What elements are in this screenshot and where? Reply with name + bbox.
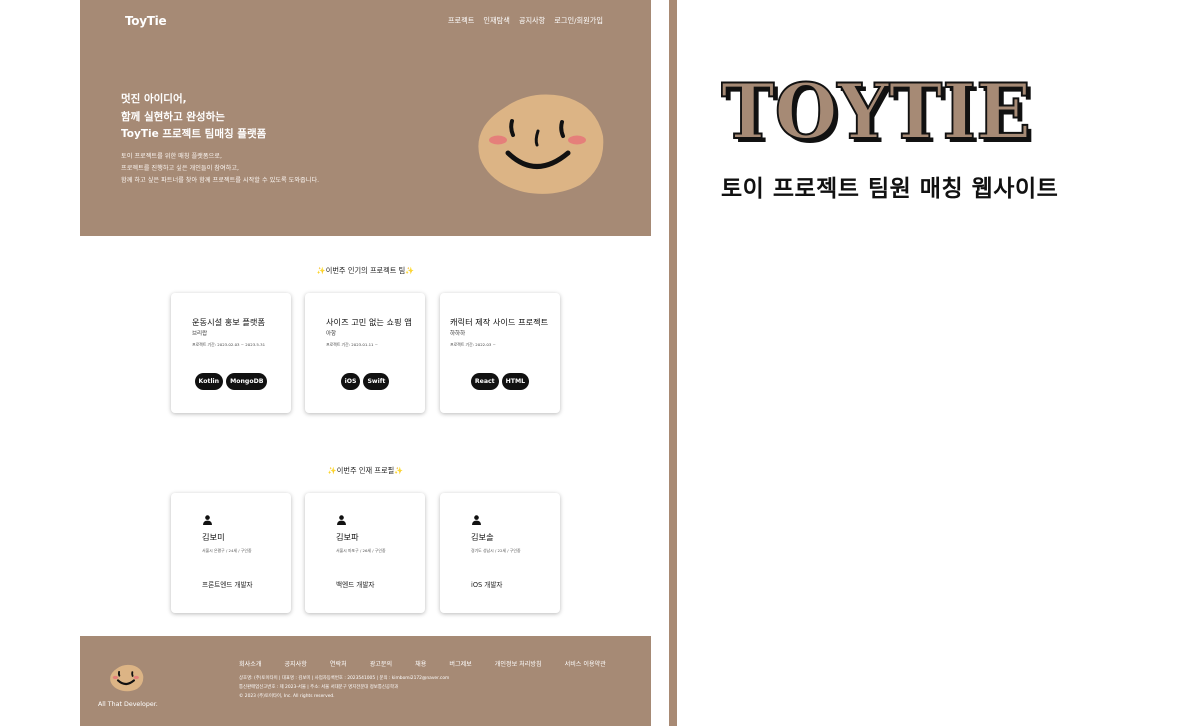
profiles-section-title: ✨이번주 인재 프로필✨ (80, 466, 651, 476)
footer-tagline: All That Developer. (98, 701, 158, 708)
hero-desc-line: 함께 하고 싶은 파트너를 찾아 함께 프로젝트를 시작할 수 있도록 도와줍니… (121, 177, 320, 184)
project-team: 아항 (326, 331, 337, 337)
footer-link-terms[interactable]: 서비스 이용약관 (565, 659, 606, 668)
site-logo[interactable]: ToyTie (125, 14, 167, 28)
hero-desc-line: 프로젝트를 진행하고 싶은 개인들이 참여하고, (121, 165, 239, 172)
project-team: 하하하 (450, 331, 466, 337)
hero-desc-line: 토이 프로젝트를 위한 매칭 플랫폼으로, (121, 153, 222, 160)
profile-card[interactable]: 김보파 서울시 마포구 / 26세 / 구인중 백엔드 개발자 (305, 493, 425, 613)
sparkle-icon: ✨ (405, 266, 415, 275)
footer-link-about[interactable]: 회사소개 (239, 659, 261, 668)
project-card[interactable]: 캐릭터 제작 사이드 프로젝트 하하하 프로젝트 기간: 2022.03 ~ R… (440, 293, 560, 413)
footer-link-privacy[interactable]: 개인정보 처리방침 (495, 659, 542, 668)
toytie-wordmark-text: TOYTIE (721, 72, 1031, 148)
tech-tags: Kotlin MongoDB (171, 373, 291, 390)
project-period: 프로젝트 기간: 2022.03 ~ (450, 342, 496, 347)
profile-meta: 서울시 마포구 / 26세 / 구인중 (336, 548, 386, 553)
profile-role: 프론트엔드 개발자 (202, 581, 253, 589)
smiley-face-illustration (478, 94, 604, 194)
project-period: 프로젝트 기간: 2023.02.03 ~ 2023.5.31 (192, 342, 266, 347)
smiley-face-logo (110, 664, 144, 692)
footer-link-bug-report[interactable]: 버그제보 (449, 659, 471, 668)
tech-tag: MongoDB (226, 373, 268, 390)
profile-role: iOS 개발자 (471, 581, 503, 589)
footer-link-jobs[interactable]: 채용 (415, 659, 426, 668)
sparkle-icon: ✨ (327, 466, 337, 475)
sparkle-icon: ✨ (394, 466, 404, 475)
footer-link-ads[interactable]: 광고문의 (370, 659, 392, 668)
footer-link-contact[interactable]: 연락처 (330, 659, 347, 668)
profile-card[interactable]: 김보미 서울시 은평구 / 24세 / 구인중 프론트엔드 개발자 (171, 493, 291, 613)
profile-name: 김보미 (202, 532, 225, 542)
tech-tag: React (470, 373, 499, 390)
top-nav: 프로젝트 인재탐색 공지사항 로그인/회원가입 (448, 16, 603, 26)
hero-title: 멋진 아이디어, 함께 실현하고 완성하는 ToyTie 프로젝트 팀매칭 플랫… (121, 91, 266, 144)
nav-projects[interactable]: 프로젝트 (448, 16, 474, 26)
hero-description: 토이 프로젝트를 위한 매칭 플랫폼으로, 프로젝트를 진행하고 싶은 개인들이… (121, 151, 319, 187)
profile-role: 백엔드 개발자 (336, 581, 375, 589)
profile-meta: 서울시 은평구 / 24세 / 구인중 (202, 548, 252, 553)
project-card[interactable]: 운동시설 홍보 플랫폼 브리랍 프로젝트 기간: 2023.02.03 ~ 20… (171, 293, 291, 413)
footer-link-notices[interactable]: 공지사항 (284, 659, 306, 668)
toytie-wordmark: TOYTIE TOYTIE (721, 72, 1035, 148)
project-team: 브리랍 (192, 331, 208, 337)
hero-title-line: ToyTie 프로젝트 팀매칭 플랫폼 (121, 128, 267, 140)
profile-meta: 경기도 성남시 / 22세 / 구인중 (471, 548, 521, 553)
person-icon (337, 515, 346, 525)
hero-section: ToyTie 프로젝트 인재탐색 공지사항 로그인/회원가입 멋진 아이디어, … (80, 0, 651, 236)
person-icon (472, 515, 481, 525)
project-card[interactable]: 사이즈 고민 없는 쇼핑 앱 아항 프로젝트 기간: 2023.01.11 ~ … (305, 293, 425, 413)
tech-tag: HTML (501, 373, 530, 390)
hero-title-line: 함께 실현하고 완성하는 (121, 110, 225, 123)
hero-title-line: 멋진 아이디어, (121, 93, 187, 105)
projects-section-title: ✨이번주 인기의 프로젝트 팀✨ (80, 266, 651, 276)
projects-section-label: 이번주 인기의 프로젝트 팀 (325, 266, 406, 275)
site-footer: All That Developer. 회사소개 공지사항 연락처 광고문의 채… (80, 636, 651, 726)
sparkle-icon: ✨ (316, 266, 326, 275)
profile-name: 김보솔 (471, 532, 494, 542)
footer-info-line: © 2023 (주)토이타이, Inc. All rights reserved… (239, 694, 335, 699)
footer-info-line: 상호명: (주)토이타이 | 대표명 : 김보미 | 사업자등록번호 : 202… (239, 676, 450, 681)
divider-bar (669, 0, 677, 726)
promo-subtitle: 토이 프로젝트 팀원 매칭 웹사이트 (721, 176, 1059, 202)
project-title: 캐릭터 제작 사이드 프로젝트 (450, 317, 549, 327)
nav-login-signup[interactable]: 로그인/회원가입 (554, 16, 603, 26)
person-icon (203, 515, 212, 525)
tech-tag: iOS (340, 373, 361, 390)
footer-links: 회사소개 공지사항 연락처 광고문의 채용 버그제보 개인정보 처리방침 서비스… (239, 659, 606, 668)
profiles-section-label: 이번주 인재 프로필 (336, 466, 395, 475)
left-margin (0, 0, 80, 726)
profile-card[interactable]: 김보솔 경기도 성남시 / 22세 / 구인중 iOS 개발자 (440, 493, 560, 613)
project-title: 운동시설 홍보 플랫폼 (192, 317, 265, 327)
profile-name: 김보파 (336, 532, 359, 542)
tech-tag: Kotlin (194, 373, 224, 390)
nav-talent-search[interactable]: 인재탐색 (483, 16, 509, 26)
nav-notices[interactable]: 공지사항 (519, 16, 545, 26)
footer-info-line: 통신판매업신고번호 : 제 2023-서울 | 주소: 서울 서대문구 명지전문… (239, 685, 399, 690)
tech-tag: Swift (363, 373, 390, 390)
footer-company-info: 상호명: (주)토이타이 | 대표명 : 김보미 | 사업자등록번호 : 202… (239, 674, 449, 701)
website-mockup: ToyTie 프로젝트 인재탐색 공지사항 로그인/회원가입 멋진 아이디어, … (80, 0, 651, 726)
tech-tags: iOS Swift (305, 373, 425, 390)
project-title: 사이즈 고민 없는 쇼핑 앱 (326, 317, 412, 327)
tech-tags: React HTML (440, 373, 560, 390)
project-period: 프로젝트 기간: 2023.01.11 ~ (326, 342, 379, 347)
